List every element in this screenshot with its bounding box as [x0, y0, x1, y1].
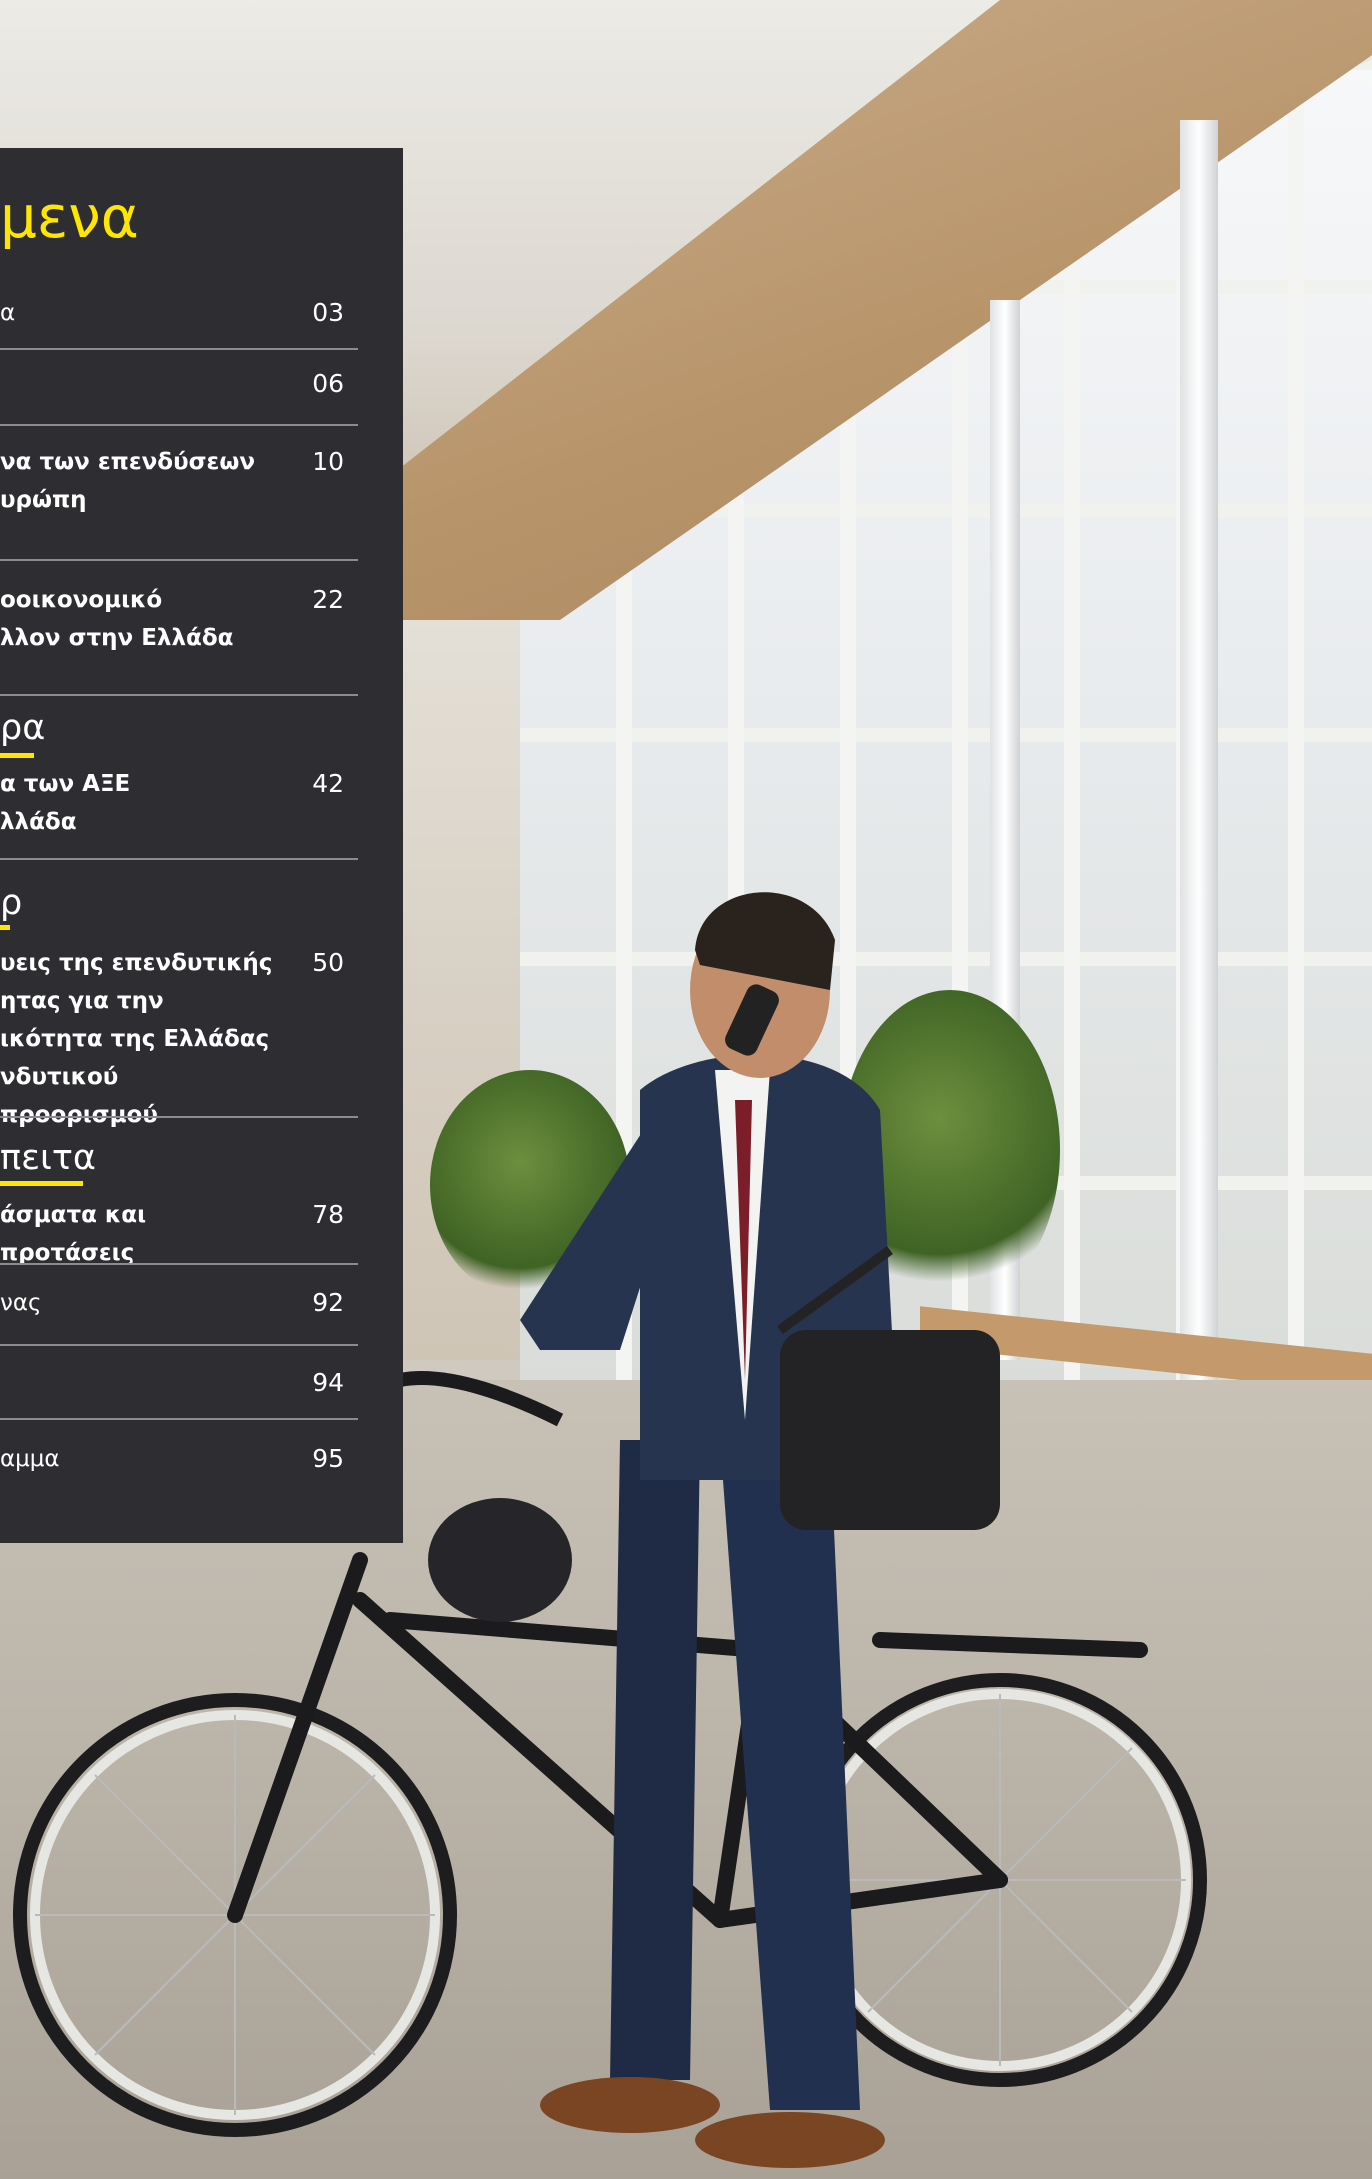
divider	[0, 694, 358, 696]
toc-entry-page: 78	[312, 1200, 344, 1229]
toc-entry-page: 92	[312, 1288, 344, 1317]
section-underline	[0, 753, 34, 758]
divider	[0, 559, 358, 561]
divider	[0, 1418, 358, 1420]
toc-entry-title: υεις της επενδυτικής ητας για την ικότητ…	[0, 950, 273, 1128]
section-underline	[0, 1181, 83, 1186]
divider	[0, 424, 358, 426]
toc-entry-title: αμμα	[0, 1446, 60, 1472]
contents-title: μενα	[0, 183, 139, 251]
divider	[0, 1344, 358, 1346]
table-of-contents-panel: μενα α 03 06 να των επενδύσεων υρώπη 10 …	[0, 148, 403, 1543]
section-heading: πειτα	[0, 1138, 96, 1178]
toc-entry-page: 42	[312, 769, 344, 798]
toc-entry-page: 22	[312, 585, 344, 614]
toc-entry-page: 03	[312, 298, 344, 327]
section-heading: ρ	[0, 883, 23, 923]
toc-entry-page: 50	[312, 948, 344, 977]
toc-entry-page: 10	[312, 447, 344, 476]
divider	[0, 1263, 358, 1265]
toc-entry-title: άσματα και προτάσεις	[0, 1202, 147, 1266]
toc-entry-page: 94	[312, 1368, 344, 1397]
toc-entry-title: α	[0, 300, 16, 326]
toc-entry-title: α των ΑΞΕ λλάδα	[0, 771, 131, 835]
divider	[0, 348, 358, 350]
divider	[0, 858, 358, 860]
divider	[0, 1116, 358, 1118]
section-underline	[0, 925, 10, 930]
toc-entry-title: οοικονομικό λλον στην Ελλάδα	[0, 587, 234, 651]
toc-entry-page: 06	[312, 369, 344, 398]
section-heading: ρα	[0, 708, 46, 748]
toc-entry-title: νας	[0, 1290, 42, 1316]
toc-entry-title: να των επενδύσεων υρώπη	[0, 449, 255, 513]
toc-entry-page: 95	[312, 1444, 344, 1473]
